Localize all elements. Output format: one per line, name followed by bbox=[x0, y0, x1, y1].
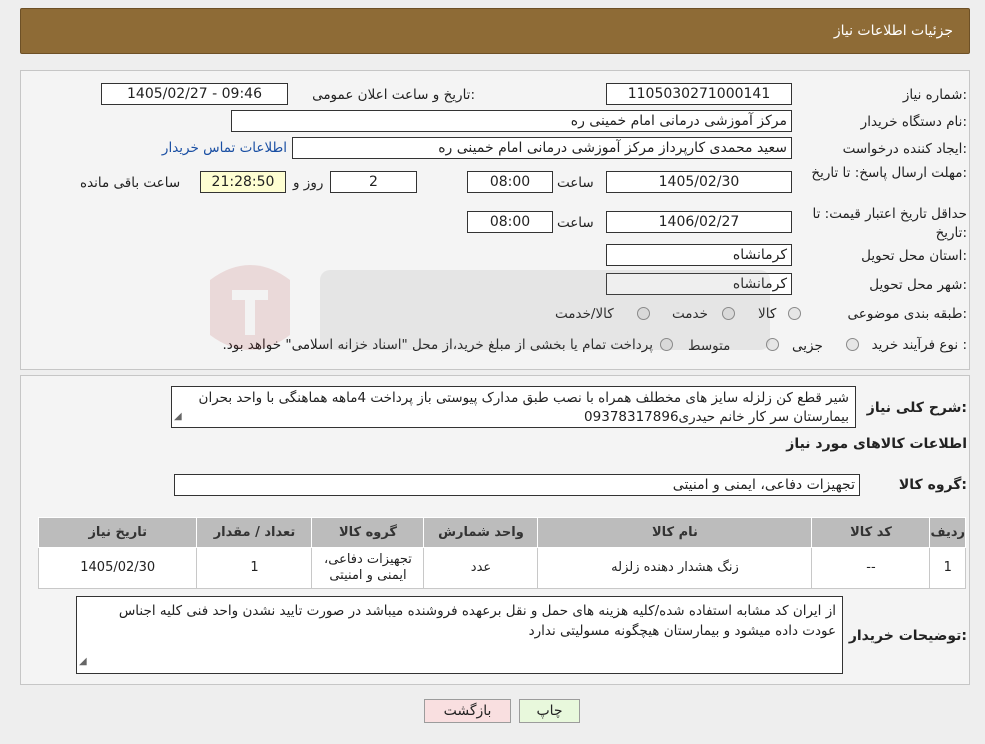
buyer-notes-textarea[interactable]: از ایران کد مشابه استفاده شده/کلیه هزینه… bbox=[76, 596, 843, 674]
process-minor-label: جزیی bbox=[792, 338, 823, 354]
validity-label: حداقل تاریخ اعتبار قیمت: تا تاریخ: bbox=[812, 206, 967, 241]
creator-field: سعید محمدی کارپرداز مرکز آموزشی درمانی ا… bbox=[292, 137, 792, 159]
days-label: روز و bbox=[293, 175, 324, 191]
buyer-notes-label: توضیحات خریدار: bbox=[848, 628, 967, 644]
cell-code: -- bbox=[811, 547, 931, 589]
col-row: ردیف bbox=[929, 517, 966, 548]
announce-field: 1405/02/27 - 09:46 bbox=[101, 83, 288, 105]
need-number-field: 1105030271000141 bbox=[606, 83, 792, 105]
goods-group-label: گروه کالا: bbox=[898, 477, 967, 493]
buyer-org-label: نام دستگاه خریدار: bbox=[860, 114, 967, 130]
need-number-label: شماره نیاز: bbox=[902, 87, 967, 103]
buyer-org-field: مرکز آموزشی درمانی امام خمینی ره bbox=[231, 110, 792, 132]
page-header: جزئیات اطلاعات نیاز bbox=[20, 8, 970, 54]
resize-handle-icon[interactable]: ◢ bbox=[79, 652, 87, 672]
validity-time-label: ساعت bbox=[557, 215, 594, 231]
description-text: شیر قطع کن زلزله سایز های مخطلف همراه با… bbox=[198, 390, 849, 425]
category-both-radio[interactable] bbox=[637, 307, 650, 320]
category-both-label: کالا/خدمت bbox=[555, 306, 614, 322]
buyer-notes-text: از ایران کد مشابه استفاده شده/کلیه هزینه… bbox=[118, 603, 836, 639]
print-button[interactable]: چاپ bbox=[519, 699, 580, 723]
province-label: استان محل تحویل: bbox=[861, 248, 967, 264]
description-textarea[interactable]: شیر قطع کن زلزله سایز های مخطلف همراه با… bbox=[171, 386, 856, 428]
category-service-radio[interactable] bbox=[722, 307, 735, 320]
col-group: گروه کالا bbox=[311, 517, 425, 548]
process-minor-radio[interactable] bbox=[846, 338, 859, 351]
buyer-contact-link[interactable]: اطلاعات تماس خریدار bbox=[162, 140, 287, 156]
time-remaining-field: 21:28:50 bbox=[200, 171, 286, 193]
city-label: شهر محل تحویل: bbox=[869, 277, 967, 293]
table-row: 1 -- زنگ هشدار دهنده زلزله عدد تجهیزات د… bbox=[37, 547, 966, 589]
category-label: طبقه بندی موضوعی: bbox=[847, 306, 967, 322]
cell-date: 1405/02/30 bbox=[37, 547, 198, 589]
back-button[interactable]: بازگشت bbox=[424, 699, 511, 723]
process-treasury-radio[interactable] bbox=[660, 338, 673, 351]
cell-unit: عدد bbox=[423, 547, 539, 589]
category-goods-label: کالا bbox=[758, 306, 777, 322]
goods-group-field: تجهیزات دفاعی، ایمنی و امنیتی bbox=[174, 474, 860, 496]
goods-table: ردیف کد کالا نام کالا واحد شمارش گروه کا… bbox=[37, 517, 966, 589]
days-remaining-field: 2 bbox=[330, 171, 417, 193]
description-label: شرح کلی نیاز: bbox=[866, 400, 967, 416]
cell-name: زنگ هشدار دهنده زلزله bbox=[537, 547, 813, 589]
col-unit: واحد شمارش bbox=[423, 517, 539, 548]
deadline-time-field: 08:00 bbox=[467, 171, 553, 193]
time-remaining-label: ساعت باقی مانده bbox=[80, 175, 181, 191]
validity-time-field: 08:00 bbox=[467, 211, 553, 233]
col-qty: تعداد / مقدار bbox=[196, 517, 313, 548]
cell-group: تجهیزات دفاعی، ایمنی و امنیتی bbox=[311, 547, 425, 589]
cell-row: 1 bbox=[929, 547, 966, 589]
col-date: تاریخ نیاز bbox=[37, 517, 198, 548]
cell-qty: 1 bbox=[196, 547, 313, 589]
validity-date-field: 1406/02/27 bbox=[606, 211, 792, 233]
city-field: کرمانشاه bbox=[606, 273, 792, 295]
process-label: نوع فرآیند خرید : bbox=[871, 337, 967, 353]
table-header-row: ردیف کد کالا نام کالا واحد شمارش گروه کا… bbox=[37, 517, 966, 548]
resize-handle-icon[interactable]: ◢ bbox=[174, 407, 182, 426]
col-name: نام کالا bbox=[537, 517, 813, 548]
deadline-label: مهلت ارسال پاسخ: تا تاریخ: bbox=[811, 165, 967, 181]
category-service-label: خدمت bbox=[672, 306, 708, 322]
goods-section-title: اطلاعات کالاهای مورد نیاز bbox=[786, 436, 967, 452]
page-title: جزئیات اطلاعات نیاز bbox=[833, 23, 953, 39]
province-field: کرمانشاه bbox=[606, 244, 792, 266]
creator-label: ایجاد کننده درخواست: bbox=[842, 141, 967, 157]
deadline-time-label: ساعت bbox=[557, 175, 594, 191]
announce-label: تاریخ و ساعت اعلان عمومی: bbox=[312, 87, 475, 103]
process-medium-radio[interactable] bbox=[766, 338, 779, 351]
process-medium-label: متوسط bbox=[688, 338, 731, 354]
col-code: کد کالا bbox=[811, 517, 931, 548]
deadline-date-field: 1405/02/30 bbox=[606, 171, 792, 193]
category-goods-radio[interactable] bbox=[788, 307, 801, 320]
process-note: پرداخت تمام یا بخشی از مبلغ خرید،از محل … bbox=[222, 337, 653, 353]
